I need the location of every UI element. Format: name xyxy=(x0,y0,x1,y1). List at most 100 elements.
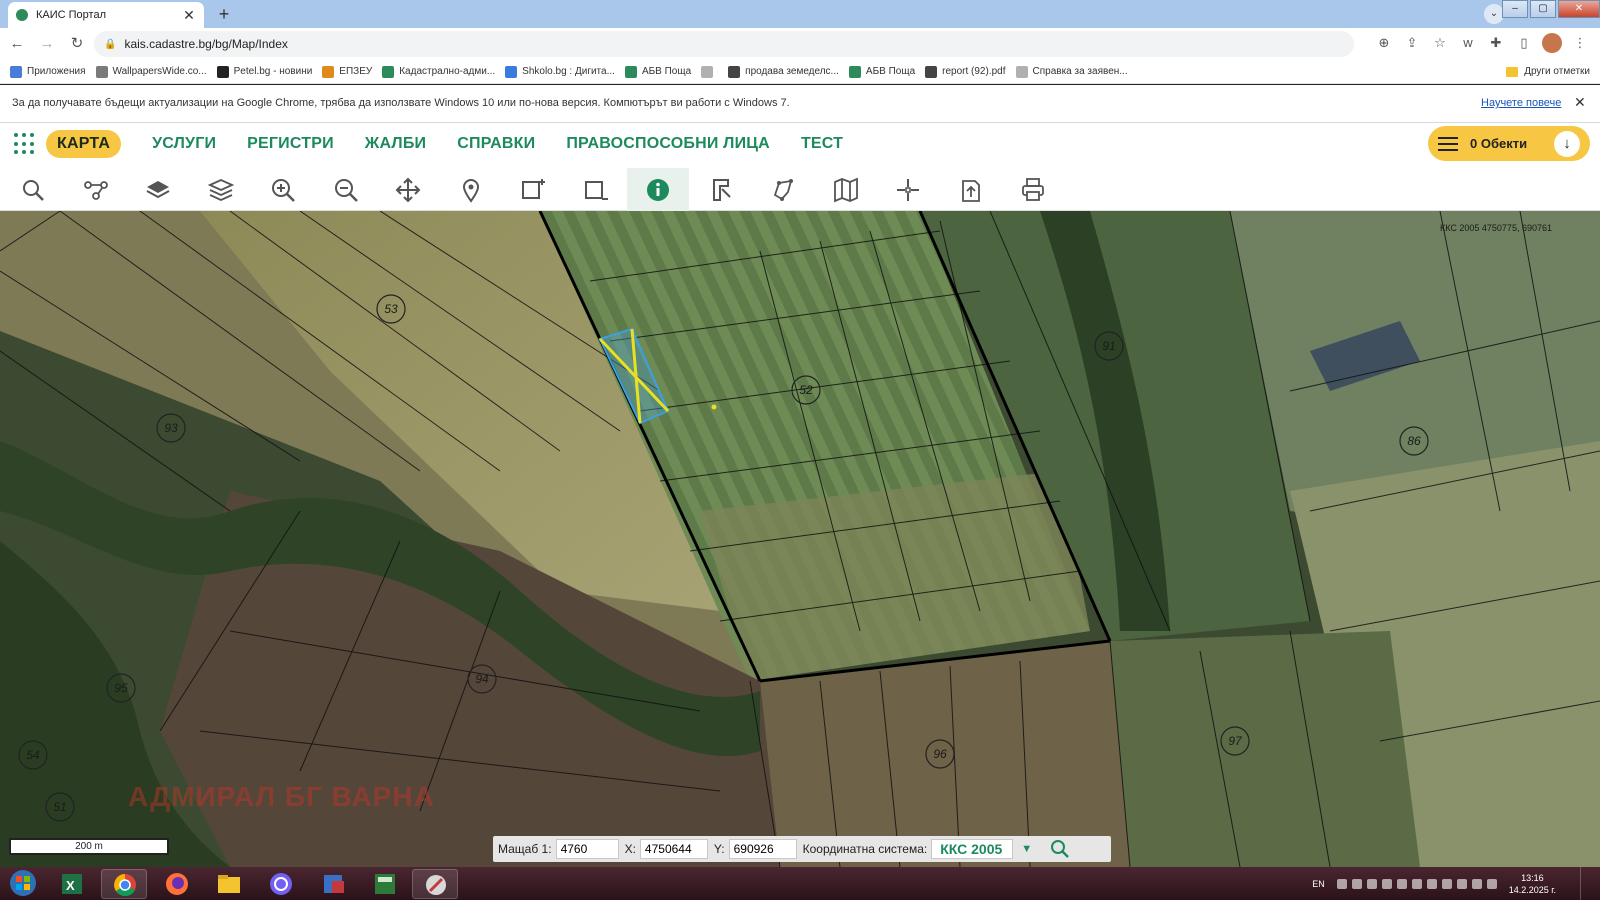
lock-icon[interactable]: 🔒 xyxy=(104,39,116,50)
polygon-tool[interactable] xyxy=(752,168,814,211)
location-tool[interactable] xyxy=(440,168,502,211)
minimize-button[interactable]: – xyxy=(1502,0,1528,18)
share-icon[interactable]: ⇪ xyxy=(1402,32,1422,54)
zoom-in-icon xyxy=(272,178,295,202)
select-area-tool[interactable] xyxy=(502,168,564,211)
bookmark-item[interactable]: АБВ Поща xyxy=(624,65,691,78)
info-tool[interactable] xyxy=(627,168,689,211)
forward-icon[interactable]: → xyxy=(34,31,60,57)
tray-icons[interactable] xyxy=(1336,878,1497,889)
learn-more-link[interactable]: Научете повече xyxy=(1481,97,1561,109)
show-desktop-button[interactable] xyxy=(1580,867,1590,900)
menu-item-4[interactable]: СПРАВКИ xyxy=(457,130,535,158)
crs-select[interactable]: ККС 2005 xyxy=(931,839,1014,859)
base-layers-tool[interactable] xyxy=(127,168,189,211)
firefox-taskbar-icon[interactable] xyxy=(154,869,200,899)
new-tab-button[interactable]: + xyxy=(212,3,236,25)
x-coordinate-input[interactable] xyxy=(639,839,708,859)
bookmark-item[interactable]: Кадастрално-адми... xyxy=(382,65,496,78)
apps-grid-icon[interactable] xyxy=(14,133,36,155)
bookmark-item[interactable]: ЕПЗЕУ xyxy=(322,65,372,78)
deselect-area-tool[interactable] xyxy=(565,168,627,211)
bookmark-favicon-icon xyxy=(925,65,938,78)
bookmark-favicon-icon xyxy=(848,65,861,78)
start-button[interactable] xyxy=(4,867,42,900)
bookmark-item[interactable]: Petel.bg - новини xyxy=(216,65,313,78)
tab-close-icon[interactable]: ✕ xyxy=(182,7,196,24)
maximize-button[interactable]: ▢ xyxy=(1530,0,1556,18)
parcel-number: 86 xyxy=(1407,434,1421,448)
infobar-message: За да получавате бъдещи актуализации на … xyxy=(12,97,790,109)
pan-tool[interactable] xyxy=(377,168,439,211)
map-icon xyxy=(833,177,858,202)
bookmark-item[interactable]: Приложения xyxy=(10,65,86,78)
chrome-taskbar-icon[interactable] xyxy=(101,869,147,899)
bookmark-item[interactable]: WallpapersWide.co... xyxy=(95,65,207,78)
system-clock[interactable]: 13:16 14.2.2025 г. xyxy=(1509,872,1556,896)
menu-item-1[interactable]: УСЛУГИ xyxy=(152,130,216,158)
route-tool[interactable] xyxy=(65,168,127,211)
reload-icon[interactable]: ↻ xyxy=(64,31,90,57)
map-tool[interactable] xyxy=(815,168,877,211)
infobar-close-icon[interactable]: ✕ xyxy=(1574,94,1586,111)
pen-app-taskbar-icon[interactable] xyxy=(412,869,458,899)
parcel-number: 54 xyxy=(26,748,40,762)
bookmark-star-icon[interactable]: ☆ xyxy=(1430,32,1450,54)
side-panel-icon[interactable]: ▯ xyxy=(1514,32,1534,54)
bookmark-label: Petel.bg - новини xyxy=(233,66,313,77)
hamburger-icon xyxy=(1438,133,1458,155)
chevron-down-icon[interactable]: ▼ xyxy=(1021,843,1032,855)
zoom-icon[interactable]: ⊕ xyxy=(1374,32,1394,54)
export-tool[interactable] xyxy=(940,168,1002,211)
map-canvas[interactable]: 53 52 93 91 86 94 95 96 97 54 51 ККС 2005 4750775,… xyxy=(0,211,1600,867)
calculator-taskbar-icon[interactable] xyxy=(362,869,408,899)
y-label: Y: xyxy=(713,842,725,856)
language-indicator[interactable]: EN xyxy=(1312,879,1325,889)
menu-item-6[interactable]: ТЕСТ xyxy=(801,130,843,158)
bookmark-item[interactable]: продава земеделс... xyxy=(728,65,839,78)
other-bookmarks[interactable]: Други отметки xyxy=(1506,66,1590,77)
y-coordinate-input[interactable] xyxy=(728,839,797,859)
bookmark-label: report (92).pdf xyxy=(942,66,1006,77)
route-icon xyxy=(83,180,108,200)
extension-w-icon[interactable]: w xyxy=(1458,32,1478,54)
bookmark-item[interactable]: report (92).pdf xyxy=(925,65,1006,78)
back-icon[interactable]: ← xyxy=(4,31,30,57)
zoom-out-icon xyxy=(334,178,358,202)
address-bar[interactable]: 🔒 kais.cadastre.bg/bg/Map/Index xyxy=(94,31,1354,57)
bookmark-item[interactable]: Shkolo.bg : Дигита... xyxy=(505,65,615,78)
chrome-menu-icon[interactable]: ⋮ xyxy=(1570,32,1590,54)
bookmark-item[interactable]: Справка за заявен... xyxy=(1015,65,1128,78)
menu-item-0[interactable]: КАРТА xyxy=(46,130,122,158)
coordinates-tool[interactable] xyxy=(877,168,939,211)
print-icon xyxy=(1022,177,1044,201)
zoom-out-tool[interactable] xyxy=(315,168,377,211)
menu-item-3[interactable]: ЖАЛБИ xyxy=(365,130,426,158)
viber-taskbar-icon[interactable] xyxy=(258,869,304,899)
x-label: X: xyxy=(624,842,636,856)
browser-tab-strip: КАИС Портал ✕ + ⌄ – ▢ ✕ xyxy=(0,0,1600,28)
objects-count-label: 0 Обекти xyxy=(1470,136,1528,151)
bookmark-item[interactable]: АБВ Поща xyxy=(848,65,915,78)
objects-button[interactable]: 0 Обекти ↓ xyxy=(1428,126,1590,161)
bookmark-item[interactable] xyxy=(701,65,718,78)
zoom-in-tool[interactable] xyxy=(252,168,314,211)
file-explorer-taskbar-icon[interactable] xyxy=(206,869,252,899)
app-taskbar-icon[interactable] xyxy=(310,869,356,899)
menu-item-5[interactable]: ПРАВОСПОСОБНИ ЛИЦА xyxy=(566,130,770,158)
scale-input[interactable] xyxy=(555,839,619,859)
extensions-puzzle-icon[interactable]: ✚ xyxy=(1486,32,1506,54)
search-tool[interactable] xyxy=(2,168,64,211)
satellite-map[interactable]: 53 52 93 91 86 94 95 96 97 54 51 xyxy=(0,211,1600,867)
browser-actions: ⊕ ⇪ ☆ w ✚ ▯ ⋮ xyxy=(1374,32,1590,54)
layers-tool[interactable] xyxy=(190,168,252,211)
print-tool[interactable] xyxy=(1002,168,1064,211)
coordinate-search-icon[interactable] xyxy=(1050,839,1070,859)
excel-taskbar-icon[interactable]: X xyxy=(48,869,94,899)
measure-tool[interactable] xyxy=(690,168,752,211)
profile-avatar[interactable] xyxy=(1542,33,1562,53)
browser-tab[interactable]: КАИС Портал ✕ xyxy=(8,2,204,28)
bookmark-label: Кадастрално-адми... xyxy=(399,66,496,77)
window-close-button[interactable]: ✕ xyxy=(1558,0,1600,18)
menu-item-2[interactable]: РЕГИСТРИ xyxy=(247,130,334,158)
